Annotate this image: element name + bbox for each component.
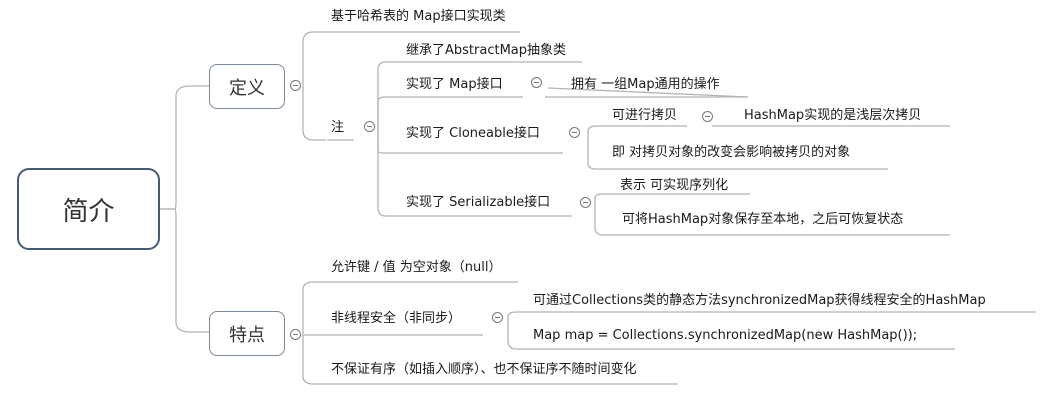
copy-meaning-text: 即 对拷贝对象的改变会影响被拷贝的对象 bbox=[612, 145, 851, 160]
can-copy-text: 可进行拷贝 bbox=[612, 108, 678, 123]
shallow-copy-text: HashMap实现的是浅层次拷贝 bbox=[744, 108, 922, 123]
collapse-icon[interactable] bbox=[580, 197, 591, 208]
serialize-save-text: 可将HashMap对象保存至本地，之后可恢复状态 bbox=[622, 212, 904, 227]
collapse-icon[interactable] bbox=[492, 312, 503, 323]
connector-means bbox=[594, 193, 750, 204]
map-iface-detail: 拥有 一组Map通用的操作 bbox=[571, 77, 720, 92]
root-node[interactable]: 简介 bbox=[17, 168, 160, 250]
order-text: 不保证有序（如插入顺序）、也不保证序不随时间变化 bbox=[331, 362, 637, 377]
collapse-icon[interactable] bbox=[290, 80, 301, 91]
collapse-icon[interactable] bbox=[702, 111, 713, 122]
cloneable-label: 实现了 Cloneable接口 bbox=[406, 126, 540, 141]
features-node[interactable]: 特点 bbox=[209, 311, 285, 356]
serializable-label: 实现了 Serializable接口 bbox=[406, 195, 551, 210]
root-label: 简介 bbox=[62, 196, 115, 227]
thread-via-text: 可通过Collections类的静态方法synchronizedMap获得线程安… bbox=[533, 293, 986, 308]
collapse-icon[interactable] bbox=[364, 121, 375, 132]
map-iface-label: 实现了 Map接口 bbox=[406, 77, 503, 92]
connector-can-copy bbox=[587, 125, 687, 140]
features-label: 特点 bbox=[229, 324, 265, 346]
inherits-text: 继承了AbstractMap抽象类 bbox=[406, 43, 567, 58]
connector-definition bbox=[160, 85, 210, 210]
connector-note bbox=[302, 86, 326, 141]
serialize-means-text: 表示 可实现序列化 bbox=[620, 178, 729, 193]
thread-label: 非线程安全（非同步） bbox=[331, 311, 462, 326]
collapse-icon[interactable] bbox=[290, 329, 301, 340]
nulls-text: 允许键 / 值 为空对象（null） bbox=[331, 260, 502, 275]
collapse-icon[interactable] bbox=[531, 77, 542, 88]
definition-node[interactable]: 定义 bbox=[209, 64, 285, 109]
note-label: 注 bbox=[331, 120, 345, 135]
basic-text: 基于哈希表的 Map接口实现类 bbox=[331, 9, 506, 24]
thread-code-text: Map map = Collections.synchronizedMap(ne… bbox=[533, 328, 918, 343]
collapse-icon[interactable] bbox=[569, 127, 580, 138]
connector-features bbox=[160, 208, 210, 333]
definition-label: 定义 bbox=[229, 77, 265, 99]
